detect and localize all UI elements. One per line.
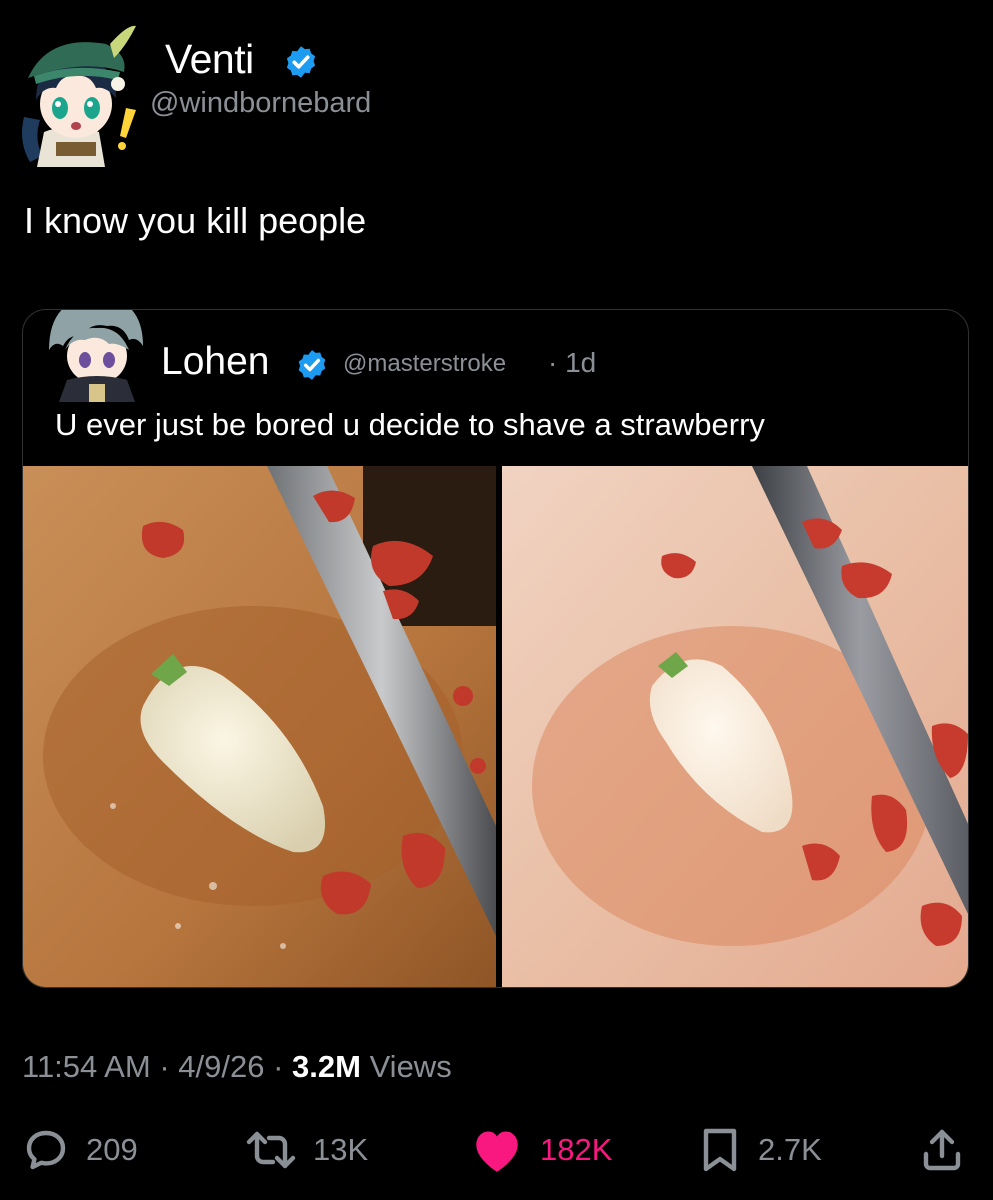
meta-separator: ·	[273, 1049, 293, 1084]
views-count: 3.2M	[292, 1049, 361, 1084]
quoted-tweet-text: U ever just be bored u decide to shave a…	[55, 407, 765, 442]
tweet-text: I know you kill people	[24, 200, 367, 241]
quoted-author-avatar[interactable]	[37, 310, 155, 402]
author-handle[interactable]: @windbornebard	[150, 87, 371, 120]
meta-separator: ·	[159, 1049, 179, 1084]
repost-count: 13K	[313, 1132, 369, 1167]
quoted-timestamp[interactable]: · 1d	[548, 347, 596, 379]
share-button[interactable]	[918, 1125, 966, 1175]
verified-icon	[295, 348, 329, 382]
like-count: 182K	[540, 1132, 613, 1167]
like-icon	[470, 1126, 524, 1174]
author-avatar[interactable]	[14, 22, 144, 167]
quoted-tweet-card[interactable]: Lohen @masterstroke · 1d U ever just be …	[22, 309, 969, 988]
repost-button[interactable]: 13K	[245, 1125, 368, 1175]
quoted-author-name[interactable]: Lohen	[161, 340, 269, 384]
tweet-date[interactable]: 4/9/26	[178, 1049, 264, 1084]
bookmark-count: 2.7K	[758, 1132, 822, 1167]
quoted-photo-2[interactable]	[502, 466, 968, 987]
views-label: Views	[369, 1049, 452, 1084]
reply-count: 209	[86, 1132, 138, 1167]
author-name[interactable]: Venti	[165, 36, 254, 83]
quoted-author-handle[interactable]: @masterstroke	[343, 350, 506, 378]
reply-icon	[22, 1126, 70, 1174]
bookmark-button[interactable]: 2.7K	[698, 1125, 822, 1175]
tweet-meta: 11:54 AM · 4/9/26 · 3.2M Views	[22, 1049, 452, 1085]
quoted-photo-1[interactable]	[23, 466, 496, 987]
like-button[interactable]: 182K	[470, 1125, 612, 1175]
share-icon	[918, 1126, 966, 1174]
repost-icon	[245, 1126, 297, 1174]
bookmark-icon	[698, 1126, 742, 1174]
verified-icon	[283, 44, 319, 80]
reply-button[interactable]: 209	[22, 1125, 138, 1175]
tweet-time[interactable]: 11:54 AM	[22, 1049, 151, 1084]
